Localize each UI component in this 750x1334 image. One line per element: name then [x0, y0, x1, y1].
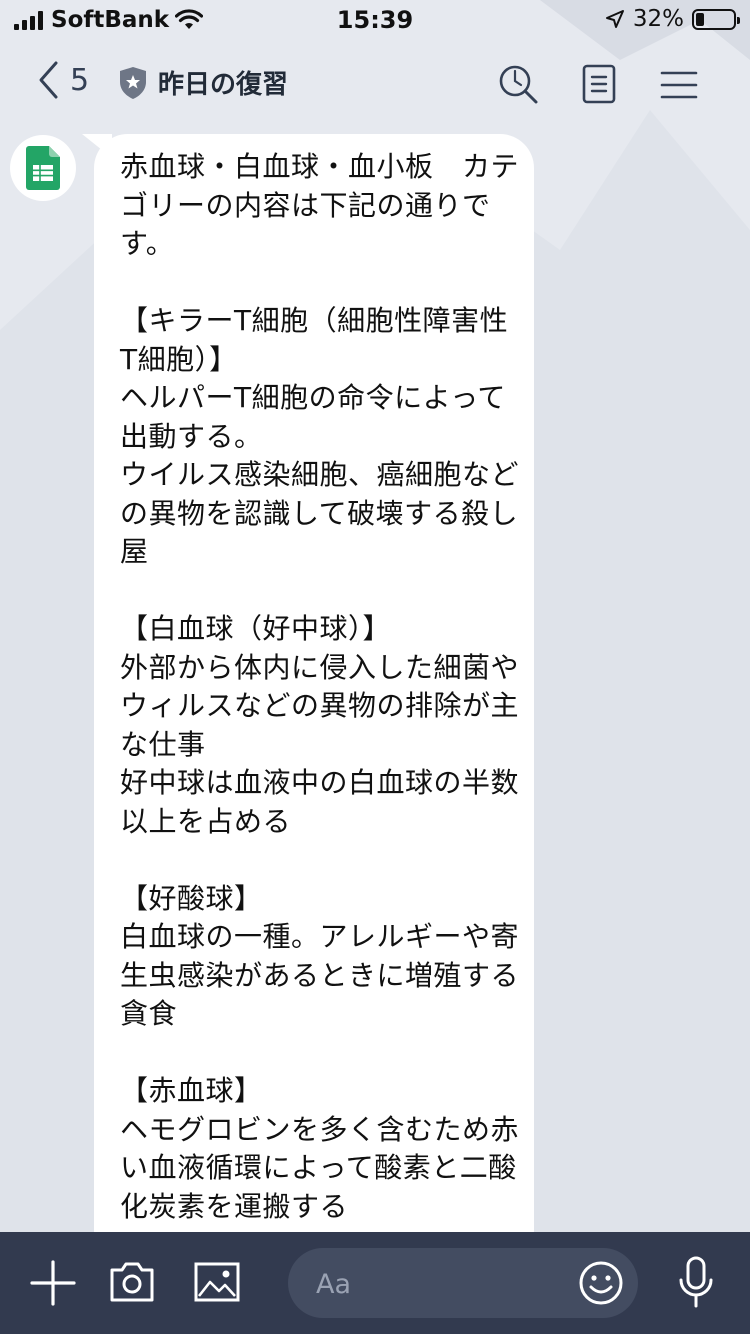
back-chevron-icon [39, 61, 58, 99]
message-input-box[interactable] [288, 1248, 638, 1320]
battery-icon [692, 8, 740, 30]
plus-icon[interactable] [30, 1260, 76, 1306]
menu-icon[interactable] [660, 70, 698, 100]
location-icon [605, 10, 624, 28]
page-title: 昨日の復習 [158, 70, 289, 100]
microphone-icon[interactable] [676, 1256, 716, 1310]
input-toolbar [0, 1232, 750, 1334]
shield-star-icon [120, 66, 146, 99]
emoji-icon[interactable] [578, 1260, 624, 1306]
room-title-area[interactable]: 昨日の復習 [118, 64, 288, 101]
sender-avatar[interactable] [10, 135, 76, 201]
message-text: 赤血球・白血球・血小板 カテゴリーの内容は下記の通りです。 【キラーT細胞（細胞… [120, 150, 520, 1223]
chat-header: 5 昨日の復習 [0, 50, 750, 120]
spreadsheet-icon [26, 146, 60, 190]
back-button[interactable]: 5 [36, 60, 89, 100]
battery-percent: 32% [632, 6, 684, 32]
notes-icon[interactable] [582, 64, 616, 104]
status-bar: SoftBank 15:39 32% [0, 0, 750, 40]
search-icon[interactable] [498, 64, 540, 106]
camera-icon[interactable] [108, 1260, 156, 1304]
unread-count: 5 [70, 62, 90, 98]
message-input[interactable] [314, 1248, 578, 1320]
image-icon[interactable] [194, 1260, 240, 1304]
